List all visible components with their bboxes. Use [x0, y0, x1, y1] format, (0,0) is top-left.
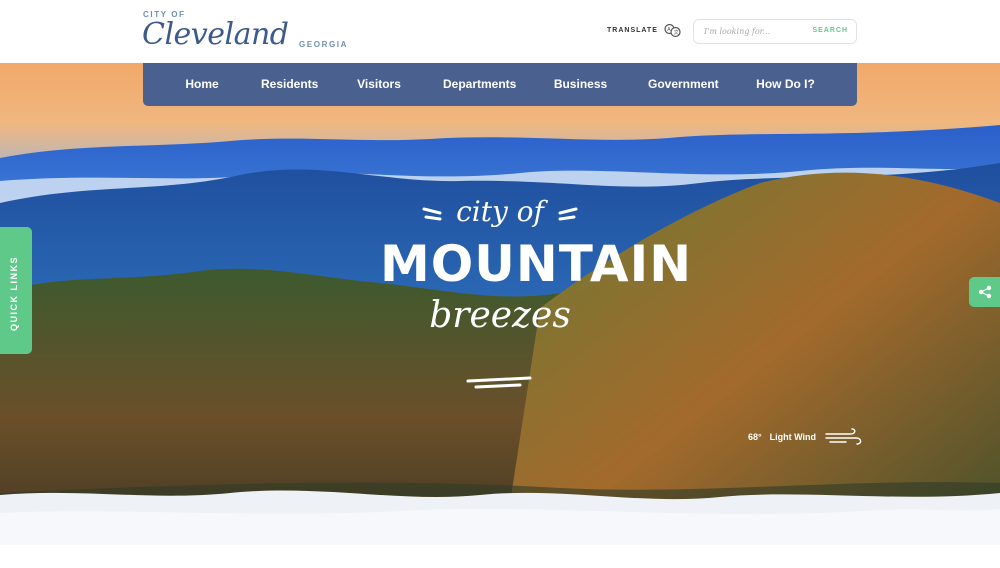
site-logo[interactable]: CITY OF Cleveland GEORGIA [142, 8, 363, 56]
share-icon [978, 285, 991, 299]
wind-icon [825, 428, 862, 445]
weather-condition: Light Wind [769, 432, 817, 442]
weather-temp: 68 [748, 432, 759, 442]
tagline-breezes: breezes [429, 295, 571, 336]
quick-links-tab[interactable]: QUICK LINKS [0, 227, 32, 354]
nav-item-home[interactable]: Home [143, 63, 261, 106]
logo-city-name: Cleveland [142, 17, 289, 52]
nav-item-residents[interactable]: Residents [261, 63, 318, 106]
nav-item-visitors[interactable]: Visitors [315, 63, 443, 106]
translate-button[interactable]: TRANSLATE A 文 [607, 23, 681, 38]
svg-text:文: 文 [673, 29, 678, 36]
nav-item-business[interactable]: Business [513, 63, 648, 106]
search-box: SEARCH [693, 19, 857, 44]
hero-tagline: city of MOUNTAIN breezes [380, 195, 693, 395]
main-nav: Home Residents Visitors Departments Busi… [143, 63, 857, 106]
quick-links-label: QUICK LINKS [9, 256, 19, 331]
weather-unit: ° [758, 432, 762, 442]
nav-item-how-do-i[interactable]: How Do I? [714, 63, 857, 106]
search-button[interactable]: SEARCH [812, 27, 848, 34]
logo-state: GEORGIA [299, 40, 348, 49]
translate-icon: A 文 [664, 23, 681, 38]
tagline-city-of: city of [456, 195, 544, 228]
content-area [0, 545, 1000, 568]
site-header: CITY OF Cleveland GEORGIA TRANSLATE A 文 … [0, 0, 1000, 63]
translate-label: TRANSLATE [607, 27, 658, 34]
search-input[interactable] [694, 20, 804, 43]
nav-item-departments[interactable]: Departments [443, 63, 516, 106]
nav-item-government[interactable]: Government [648, 63, 719, 106]
tagline-mountain: MOUNTAIN [380, 235, 693, 293]
share-button[interactable] [969, 277, 1000, 307]
weather-widget: 68 ° Light Wind [748, 428, 862, 446]
